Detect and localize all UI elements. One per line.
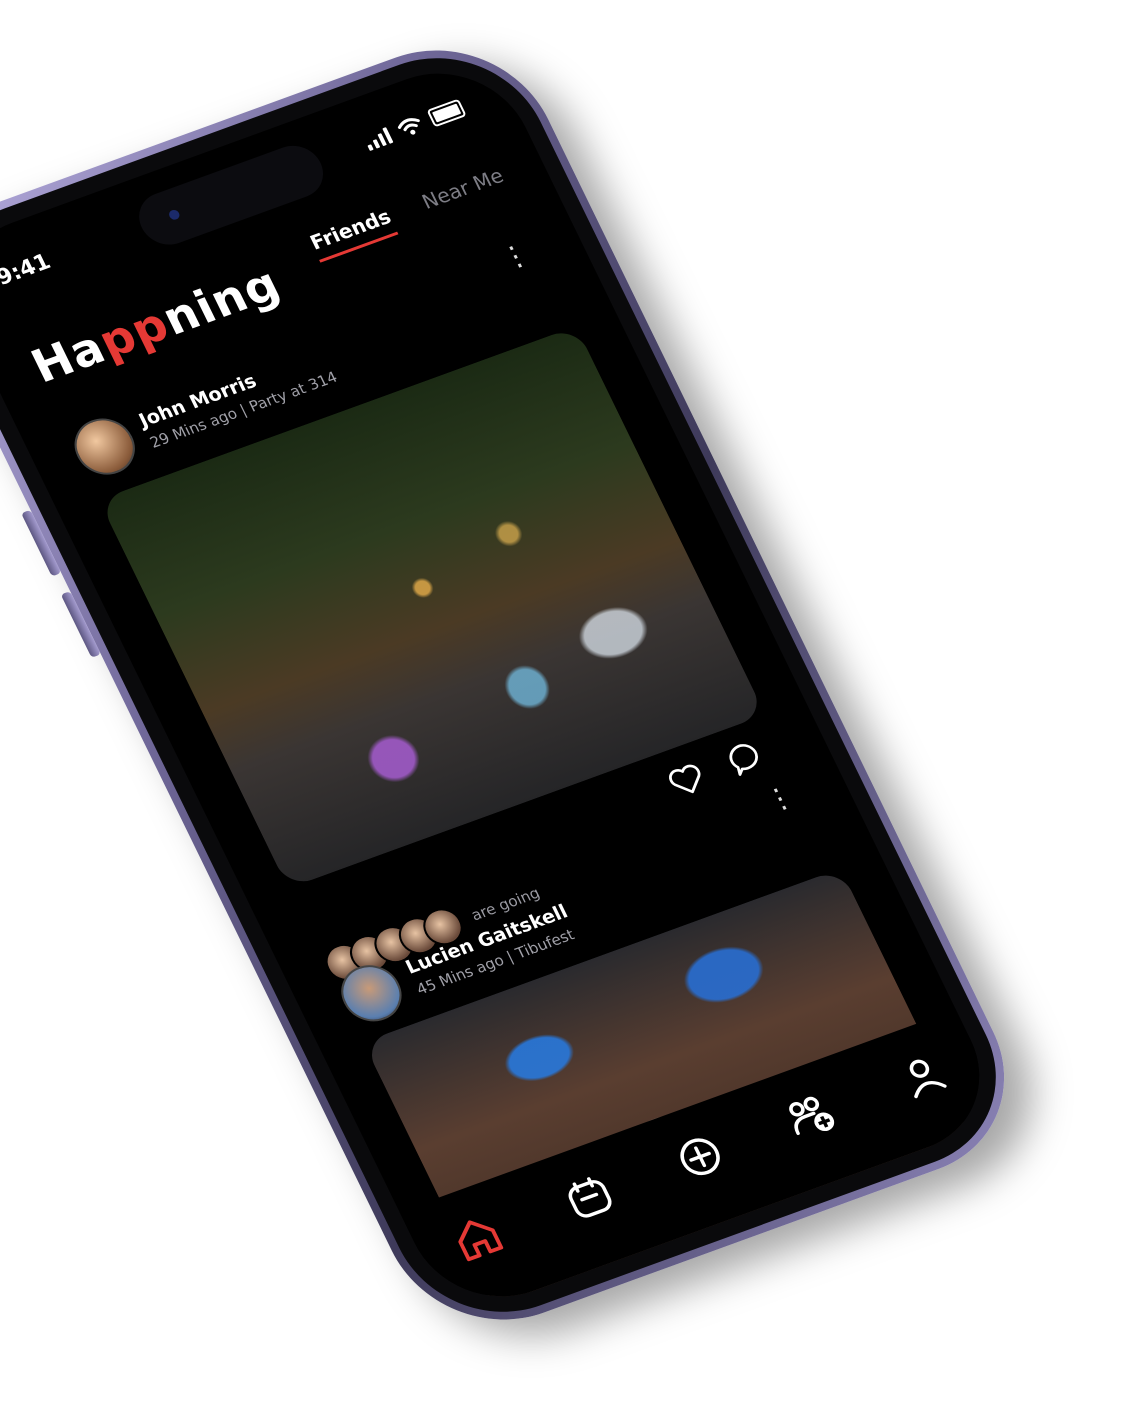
calendar-icon[interactable] xyxy=(557,1169,621,1226)
feed-tabs: Friends Near Me xyxy=(306,163,511,263)
wifi-icon xyxy=(397,118,420,135)
add-icon[interactable] xyxy=(668,1128,732,1185)
home-icon[interactable] xyxy=(446,1209,510,1266)
tab-near-me[interactable]: Near Me xyxy=(418,163,511,221)
app-screen: 9:41 Happning Friends Near Me ⋮ John Mor… xyxy=(0,49,1009,1321)
post-options-icon[interactable]: ⋮ xyxy=(759,779,800,818)
add-friend-icon[interactable] xyxy=(780,1088,844,1145)
battery-icon xyxy=(426,98,467,128)
post-options-icon[interactable]: ⋮ xyxy=(495,236,536,275)
tab-friends[interactable]: Friends xyxy=(306,204,399,263)
profile-icon[interactable] xyxy=(891,1047,955,1104)
status-time: 9:41 xyxy=(0,249,55,291)
avatar[interactable] xyxy=(64,410,145,483)
phone-mockup: 9:41 Happning Friends Near Me ⋮ John Mor… xyxy=(0,19,1042,1351)
signal-icon xyxy=(362,126,394,151)
status-icons xyxy=(362,98,467,151)
heart-icon[interactable] xyxy=(662,757,712,802)
comment-icon[interactable] xyxy=(722,735,772,780)
